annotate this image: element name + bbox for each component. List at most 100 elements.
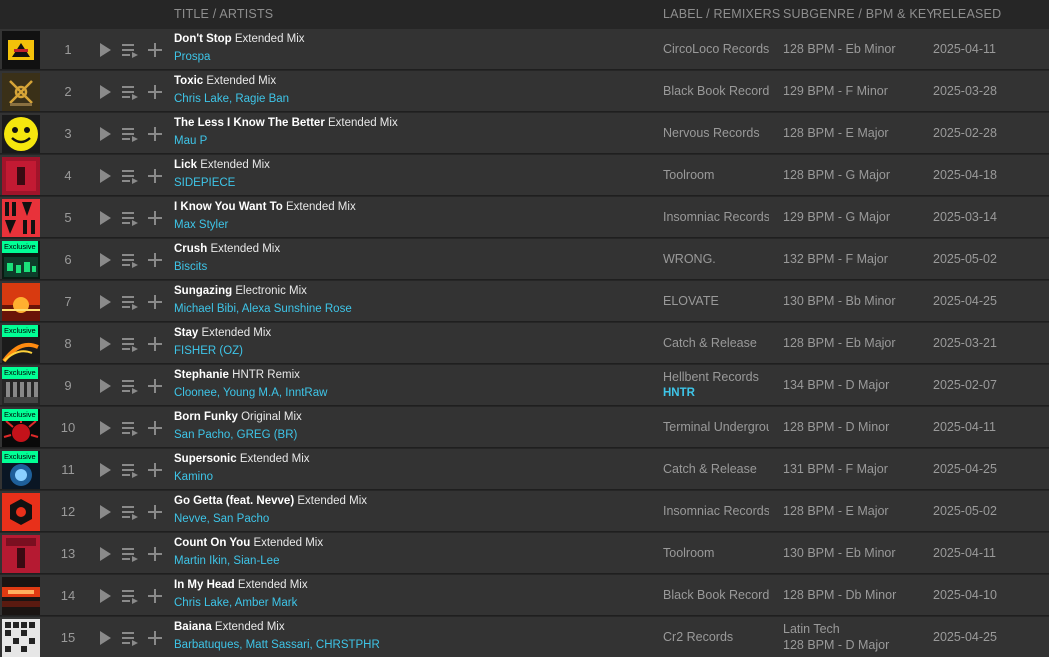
track-name[interactable]: Stephanie [174,369,229,381]
artwork-thumbnail[interactable] [2,199,40,237]
label-name[interactable]: WRONG. [663,252,769,266]
artwork-thumbnail[interactable] [2,493,40,531]
play-icon[interactable] [95,208,115,228]
add-to-playlist-icon[interactable] [145,418,165,438]
add-to-queue-icon[interactable] [120,418,140,438]
track-artists[interactable]: Nevve, San Pacho [174,513,269,525]
artwork-thumbnail[interactable] [2,73,40,111]
track-row[interactable]: Exclusive 9 Stephanie HNTR Remix Cloonee… [0,364,1049,406]
label-name[interactable]: Hellbent Records [663,370,769,384]
artwork-thumbnail[interactable] [2,577,40,615]
track-row[interactable]: 2 Toxic Extended Mix Chris Lake, Ragie B… [0,70,1049,112]
label-name[interactable]: Catch & Release [663,336,769,350]
track-title[interactable]: Go Getta (feat. Nevve) Extended Mix [174,495,367,507]
add-to-playlist-icon[interactable] [145,586,165,606]
add-to-playlist-icon[interactable] [145,544,165,564]
track-artists[interactable]: Chris Lake, Amber Mark [174,597,297,609]
track-row[interactable]: 12 Go Getta (feat. Nevve) Extended Mix N… [0,490,1049,532]
track-name[interactable]: Stay [174,327,198,339]
add-to-queue-icon[interactable] [120,334,140,354]
add-to-playlist-icon[interactable] [145,334,165,354]
track-artists[interactable]: Cloonee, Young M.A, InntRaw [174,387,327,399]
label-name[interactable]: Insomniac Records [663,210,769,224]
track-artists[interactable]: SIDEPIECE [174,177,235,189]
add-to-queue-icon[interactable] [120,166,140,186]
track-title[interactable]: Toxic Extended Mix [174,75,276,87]
artwork-thumbnail[interactable]: Exclusive [2,409,40,447]
track-artists[interactable]: Mau P [174,135,207,147]
add-to-playlist-icon[interactable] [145,292,165,312]
add-to-playlist-icon[interactable] [145,166,165,186]
artwork-thumbnail[interactable] [2,31,40,69]
track-name[interactable]: Don't Stop [174,33,232,45]
add-to-playlist-icon[interactable] [145,208,165,228]
header-label-remixers[interactable]: LABEL / REMIXERS [663,7,780,21]
add-to-queue-icon[interactable] [120,544,140,564]
add-to-queue-icon[interactable] [120,40,140,60]
track-artists[interactable]: Barbatuques, Matt Sassari, CHRSTPHR [174,639,380,651]
artwork-thumbnail[interactable]: Exclusive [2,451,40,489]
label-name[interactable]: Black Book Records [663,84,769,98]
track-title[interactable]: Baiana Extended Mix [174,621,285,633]
track-artists[interactable]: Chris Lake, Ragie Ban [174,93,289,105]
label-name[interactable]: Catch & Release [663,462,769,476]
track-row[interactable]: 15 Baiana Extended Mix Barbatuques, Matt… [0,616,1049,657]
track-title[interactable]: The Less I Know The Better Extended Mix [174,117,398,129]
add-to-playlist-icon[interactable] [145,40,165,60]
track-artists[interactable]: San Pacho, GREG (BR) [174,429,297,441]
track-name[interactable]: The Less I Know The Better [174,117,325,129]
subgenre[interactable]: Latin Tech [783,622,840,636]
play-icon[interactable] [95,124,115,144]
artwork-thumbnail[interactable]: Exclusive [2,367,40,405]
add-to-playlist-icon[interactable] [145,250,165,270]
add-to-playlist-icon[interactable] [145,502,165,522]
artwork-thumbnail[interactable] [2,157,40,195]
add-to-playlist-icon[interactable] [145,376,165,396]
label-name[interactable]: Cr2 Records [663,630,769,644]
play-icon[interactable] [95,502,115,522]
track-name[interactable]: Count On You [174,537,250,549]
add-to-playlist-icon[interactable] [145,628,165,648]
label-name[interactable]: ELOVATE [663,294,769,308]
add-to-queue-icon[interactable] [120,502,140,522]
track-title[interactable]: Supersonic Extended Mix [174,453,310,465]
add-to-queue-icon[interactable] [120,628,140,648]
track-name[interactable]: Toxic [174,75,203,87]
track-row[interactable]: Exclusive 11 Supersonic Extended Mix Kam… [0,448,1049,490]
add-to-playlist-icon[interactable] [145,82,165,102]
track-title[interactable]: Born Funky Original Mix [174,411,302,423]
label-name[interactable]: Toolroom [663,546,769,560]
track-name[interactable]: In My Head [174,579,235,591]
play-icon[interactable] [95,460,115,480]
track-title[interactable]: In My Head Extended Mix [174,579,308,591]
label-name[interactable]: CircoLoco Records [663,42,769,56]
add-to-queue-icon[interactable] [120,376,140,396]
track-title[interactable]: Lick Extended Mix [174,159,270,171]
play-icon[interactable] [95,166,115,186]
track-artists[interactable]: Prospa [174,51,210,63]
track-artists[interactable]: FISHER (OZ) [174,345,243,357]
artwork-thumbnail[interactable] [2,619,40,657]
track-name[interactable]: I Know You Want To [174,201,283,213]
play-icon[interactable] [95,544,115,564]
track-name[interactable]: Lick [174,159,197,171]
track-artists[interactable]: Biscits [174,261,207,273]
play-icon[interactable] [95,628,115,648]
play-icon[interactable] [95,82,115,102]
track-title[interactable]: I Know You Want To Extended Mix [174,201,356,213]
track-row[interactable]: Exclusive 10 Born Funky Original Mix San… [0,406,1049,448]
remixer-name[interactable]: HNTR [663,387,695,399]
artwork-thumbnail[interactable] [2,115,40,153]
track-title[interactable]: Crush Extended Mix [174,243,280,255]
add-to-queue-icon[interactable] [120,124,140,144]
track-row[interactable]: 13 Count On You Extended Mix Martin Ikin… [0,532,1049,574]
header-genre-bpm-key[interactable]: SUBGENRE / BPM & KEY [783,7,935,21]
header-released[interactable]: RELEASED [933,7,1001,21]
track-row[interactable]: Exclusive 6 Crush Extended Mix Biscits W… [0,238,1049,280]
track-row[interactable]: 4 Lick Extended Mix SIDEPIECE Toolroom 1… [0,154,1049,196]
add-to-queue-icon[interactable] [120,208,140,228]
artwork-thumbnail[interactable] [2,283,40,321]
track-row[interactable]: 3 The Less I Know The Better Extended Mi… [0,112,1049,154]
artwork-thumbnail[interactable]: Exclusive [2,325,40,363]
artwork-thumbnail[interactable]: Exclusive [2,241,40,279]
